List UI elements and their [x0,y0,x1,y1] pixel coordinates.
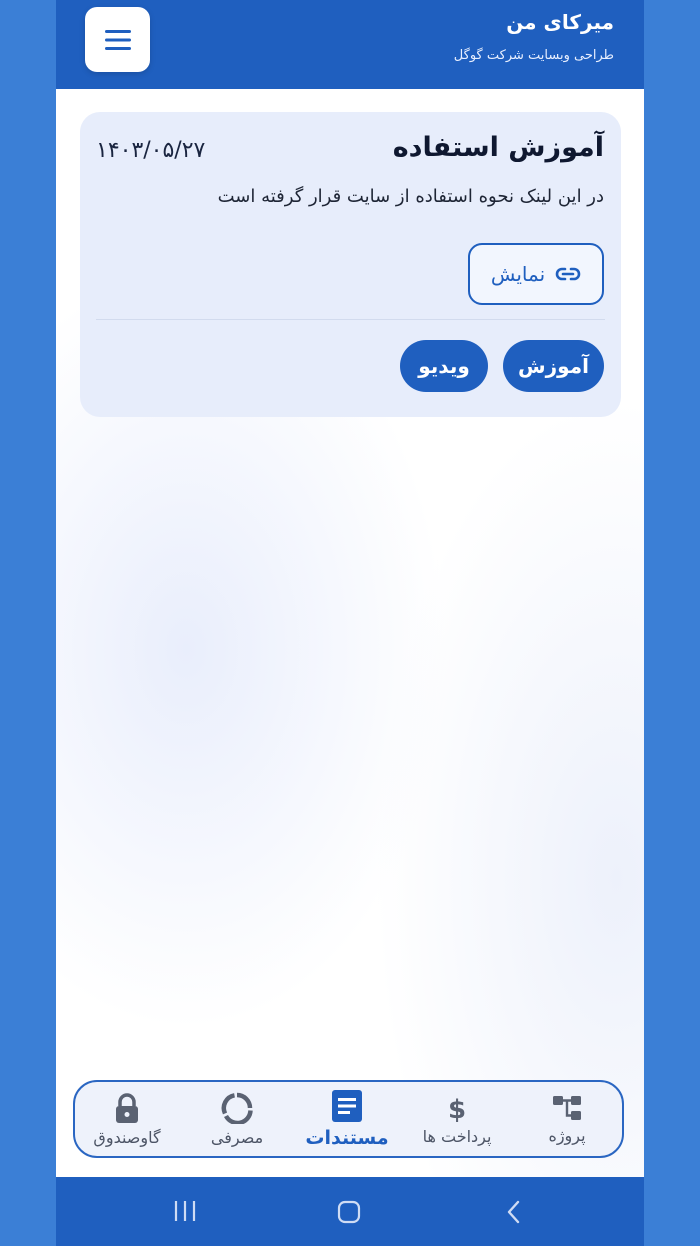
tag-video[interactable]: ویدیو [400,340,488,392]
document-date: ۱۴۰۳/۰۵/۲۷ [96,138,206,163]
show-button-label: نمایش [490,262,546,286]
phone-screen: میرکای من طراحی وبسایت شرکت گوگل آموزش ا… [56,0,644,1246]
document-description: در این لینک نحوه استفاده از سایت قرار گر… [217,186,604,207]
nav-item-consumption[interactable]: مصرفی [187,1082,287,1156]
app-header: میرکای من طراحی وبسایت شرکت گوگل [56,0,644,89]
recent-apps-icon[interactable] [172,1199,198,1223]
nav-item-vault[interactable]: گاوصندوق [77,1082,177,1156]
hierarchy-icon [553,1095,581,1120]
documents-content: آموزش استفاده ۱۴۰۳/۰۵/۲۷ در این لینک نحو… [56,89,644,1177]
home-icon[interactable] [336,1199,362,1225]
menu-button[interactable] [85,7,150,72]
app-title: میرکای من [506,10,614,34]
document-title: آموزش استفاده [392,132,604,163]
donut-chart-icon [221,1092,253,1124]
nav-label-documents: مستندات [305,1127,389,1149]
lock-icon [116,1092,138,1123]
back-icon[interactable] [504,1199,524,1225]
document-icon [332,1090,362,1122]
system-navigation-bar [56,1177,644,1246]
show-link-button[interactable]: نمایش [468,243,604,305]
nav-item-documents[interactable]: مستندات [297,1082,397,1156]
document-card: آموزش استفاده ۱۴۰۳/۰۵/۲۷ در این لینک نحو… [80,112,621,417]
card-divider [96,319,605,320]
nav-label-vault: گاوصندوق [93,1127,161,1147]
nav-label-project: پروژه [548,1125,586,1145]
nav-item-project[interactable]: پروژه [517,1082,617,1156]
nav-item-payments[interactable]: $ پرداخت ها [407,1082,507,1156]
nav-label-consumption: مصرفی [210,1127,264,1147]
dollar-icon: $ [448,1095,466,1123]
link-icon [555,267,581,281]
app-subtitle: طراحی وبسایت شرکت گوگل [453,48,614,63]
tag-amoozesh[interactable]: آموزش [503,340,604,392]
hamburger-icon [104,29,131,50]
nav-label-payments: پرداخت ها [422,1126,492,1146]
svg-text:$: $ [448,1095,466,1123]
bottom-nav: پروژه $ پرداخت ها مستندات مصرفی گاوصندوق [73,1080,624,1158]
